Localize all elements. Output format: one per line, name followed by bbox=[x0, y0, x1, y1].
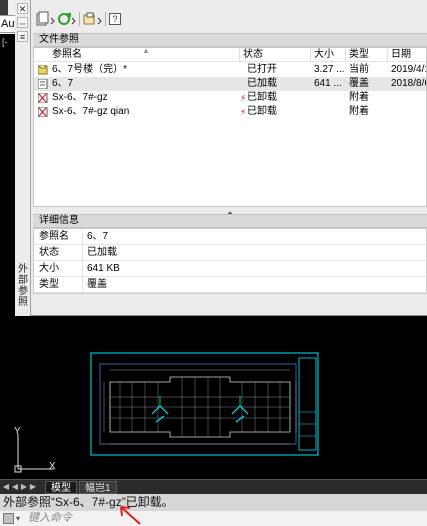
detail-label: 类型 bbox=[39, 279, 59, 290]
properties-icon[interactable]: ≡ bbox=[17, 31, 28, 42]
layout-tab-bar: ◀ ◀ ▶ ▶ 模型 幅岂1 bbox=[0, 479, 427, 494]
detail-separator bbox=[82, 245, 83, 261]
ref-name: 6、7 bbox=[52, 78, 74, 89]
ref-size: 3.27 ... bbox=[314, 64, 344, 75]
ref-status: 已卸载 bbox=[247, 106, 277, 117]
last-tab-button[interactable]: ▶ bbox=[29, 482, 37, 492]
column-header-status[interactable]: 状态 bbox=[243, 48, 308, 62]
attach-dwg-button[interactable] bbox=[36, 11, 56, 27]
ref-type: 附着 bbox=[349, 92, 369, 103]
unloaded-status-icon: ⚡ bbox=[240, 93, 247, 103]
details-panel: 参照名 6、7 状态 已加载 大小 641 KB 类型 覆盖 bbox=[33, 228, 427, 294]
toolbar-separator bbox=[105, 12, 106, 26]
detail-label: 状态 bbox=[39, 247, 59, 258]
command-history: 外部参照“Sx-6、7#-gz”已卸载。 bbox=[0, 494, 427, 511]
attach-dwg-icon bbox=[36, 11, 55, 26]
ref-status: 已加载 bbox=[247, 78, 277, 89]
ref-date: 2018/8/6 bbox=[391, 78, 427, 89]
toolbar-separator bbox=[79, 12, 80, 26]
ucs-x-label: X bbox=[49, 461, 56, 472]
refresh-button[interactable] bbox=[57, 11, 77, 27]
detail-value: 覆盖 bbox=[87, 279, 107, 290]
autohide-icon[interactable]: ⇔ bbox=[17, 17, 28, 28]
command-line[interactable]: ▾ 键入命令 bbox=[0, 511, 427, 526]
detail-value: 已加载 bbox=[87, 247, 117, 258]
column-separator[interactable] bbox=[387, 49, 388, 61]
ref-name: 6、7号楼（完）* bbox=[52, 64, 128, 75]
detail-separator bbox=[82, 261, 83, 277]
detail-row: 类型 覆盖 bbox=[34, 277, 427, 293]
palette-title: 外部参照 bbox=[18, 264, 28, 308]
window-edge bbox=[0, 0, 8, 15]
table-row[interactable]: Sx-6、7#-gz qian ⚡ 已卸载 附着 bbox=[34, 105, 426, 119]
change-path-icon bbox=[83, 12, 102, 25]
detail-label: 大小 bbox=[39, 263, 59, 274]
column-separator[interactable] bbox=[239, 49, 240, 61]
chevron-down-icon[interactable]: ▾ bbox=[16, 511, 20, 526]
unloaded-ref-icon bbox=[38, 107, 48, 117]
ref-size: 641 ... bbox=[314, 78, 342, 89]
detail-value: 6、7 bbox=[87, 231, 109, 242]
table-row[interactable]: 6、7号楼（完）* 已打开 3.27 ... 当前 2019/4/1 bbox=[34, 63, 427, 77]
viewport-controls-label[interactable]: [- bbox=[2, 37, 8, 47]
detail-label: 参照名 bbox=[39, 231, 69, 242]
detail-separator bbox=[82, 229, 83, 245]
external-references-palette: ? 文件参照 参照名 ▲ 状态 大小 类型 日期 6、7号楼（完）* 已打开 3… bbox=[31, 0, 427, 316]
tab-layout1[interactable]: 幅岂1 bbox=[79, 481, 117, 494]
palette-title-bar[interactable]: ✕ ⇔ ≡ 外部参照 bbox=[15, 0, 31, 316]
dwg-master-icon bbox=[38, 65, 48, 75]
ref-name: Sx-6、7#-gz qian bbox=[52, 106, 130, 117]
ref-status: 已卸载 bbox=[247, 92, 277, 103]
palette-toolbar: ? bbox=[31, 8, 427, 30]
table-row-selected[interactable]: 6、7 已加载 641 ... 覆盖 2018/8/6 bbox=[34, 77, 427, 91]
first-tab-button[interactable]: ◀ bbox=[2, 482, 10, 492]
details-header[interactable]: 详细信息 bbox=[33, 214, 427, 228]
detail-row: 状态 已加载 bbox=[34, 245, 427, 261]
ref-type: 当前 bbox=[349, 64, 369, 75]
close-icon[interactable]: ✕ bbox=[17, 3, 28, 14]
detail-separator bbox=[82, 277, 83, 293]
file-references-list[interactable]: 参照名 ▲ 状态 大小 类型 日期 6、7号楼（完）* 已打开 3.27 ...… bbox=[33, 47, 427, 207]
command-customize-icon[interactable] bbox=[3, 513, 14, 524]
column-separator[interactable] bbox=[345, 49, 346, 61]
detail-row: 参照名 6、7 bbox=[34, 229, 427, 245]
detail-value: 641 KB bbox=[87, 263, 120, 274]
table-row[interactable]: Sx-6、7#-gz ⚡ 已卸载 附着 bbox=[34, 91, 426, 105]
file-references-header[interactable]: 文件参照 bbox=[33, 33, 427, 47]
help-icon: ? bbox=[109, 13, 121, 25]
ref-type: 覆盖 bbox=[349, 78, 369, 89]
ref-status: 已打开 bbox=[247, 64, 277, 75]
column-separator[interactable] bbox=[310, 49, 311, 61]
floor-plan-drawing bbox=[90, 352, 319, 456]
unloaded-status-icon: ⚡ bbox=[240, 107, 247, 117]
table-header: 参照名 ▲ 状态 大小 类型 日期 bbox=[34, 47, 426, 62]
ref-name: Sx-6、7#-gz bbox=[52, 92, 108, 103]
column-header-size[interactable]: 大小 bbox=[314, 48, 344, 62]
annotation-arrow-icon bbox=[120, 506, 141, 525]
refresh-icon bbox=[58, 13, 76, 25]
command-input[interactable]: 键入命令 bbox=[28, 511, 72, 526]
ucs-y-label: Y bbox=[14, 426, 21, 437]
change-path-button[interactable] bbox=[83, 11, 103, 27]
ref-type: 附着 bbox=[349, 106, 369, 117]
sort-arrow-icon: ▲ bbox=[142, 47, 150, 55]
help-button[interactable]: ? bbox=[109, 11, 121, 27]
tab-model[interactable]: 模型 bbox=[45, 481, 77, 494]
column-header-date[interactable]: 日期 bbox=[391, 48, 426, 62]
prev-tab-button[interactable]: ◀ bbox=[11, 482, 19, 492]
ref-date: 2019/4/1 bbox=[391, 64, 427, 75]
column-header-type[interactable]: 类型 bbox=[349, 48, 385, 62]
unloaded-ref-icon bbox=[38, 93, 48, 103]
drawing-canvas[interactable]: Y X bbox=[0, 317, 427, 479]
next-tab-button[interactable]: ▶ bbox=[20, 482, 28, 492]
detail-row: 大小 641 KB bbox=[34, 261, 427, 277]
pane-splitter[interactable]: ◆ bbox=[33, 207, 427, 218]
dwg-file-icon bbox=[38, 79, 48, 89]
